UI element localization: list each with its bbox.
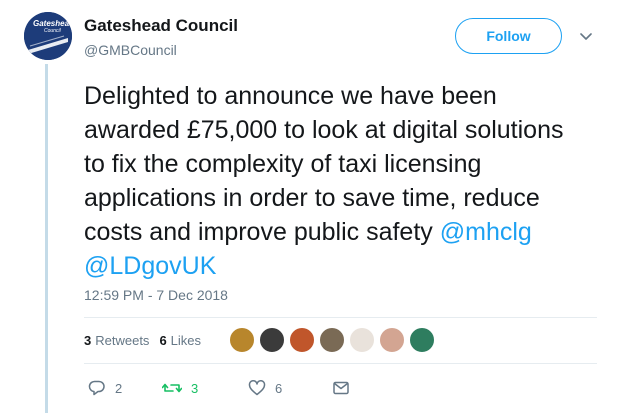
- retweets-stat[interactable]: 3 Retweets: [84, 333, 149, 348]
- tweet-text: Delighted to announce we have been award…: [84, 79, 584, 283]
- thread-connector-line: [45, 64, 48, 413]
- retweets-count: 3: [84, 333, 92, 348]
- chevron-down-icon[interactable]: [580, 32, 592, 42]
- retweet-icon: [162, 383, 182, 393]
- like-button[interactable]: 6: [248, 379, 282, 397]
- reply-icon: [88, 380, 105, 396]
- avatar-logo-subtext: Council: [44, 28, 61, 34]
- likes-label: Likes: [170, 333, 202, 348]
- reply-count: 2: [115, 380, 123, 396]
- tweet-timestamp[interactable]: 12:59 PM - 7 Dec 2018: [84, 287, 228, 303]
- liker-avatar[interactable]: [409, 327, 435, 353]
- avatar[interactable]: Gateshead Council: [24, 12, 72, 60]
- divider: [84, 363, 597, 364]
- divider: [84, 317, 597, 318]
- reply-button[interactable]: 2: [88, 379, 122, 397]
- follow-button[interactable]: Follow: [455, 18, 562, 54]
- likes-stat[interactable]: 6 Likes: [159, 333, 201, 348]
- liker-avatar[interactable]: [229, 327, 255, 353]
- avatar-logo-text: Gateshead: [33, 19, 72, 28]
- tweet-stats: 3 Retweets 6 Likes: [84, 333, 211, 348]
- retweets-label: Retweets: [95, 333, 150, 348]
- retweet-count: 3: [191, 380, 199, 396]
- envelope-icon: [333, 381, 349, 395]
- liker-avatar[interactable]: [259, 327, 285, 353]
- author-name[interactable]: Gateshead Council: [84, 16, 238, 36]
- retweet-button[interactable]: 3: [162, 379, 198, 397]
- liker-avatar[interactable]: [379, 327, 405, 353]
- heart-icon: [248, 380, 266, 396]
- author-handle[interactable]: @GMBCouncil: [84, 42, 177, 58]
- like-count: 6: [275, 380, 283, 396]
- mention-link[interactable]: @mhclg: [440, 218, 532, 246]
- liker-avatar[interactable]: [319, 327, 345, 353]
- mention-link[interactable]: @LDgovUK: [84, 252, 216, 280]
- liker-avatar[interactable]: [289, 327, 315, 353]
- liker-avatar[interactable]: [349, 327, 375, 353]
- direct-message-button[interactable]: [332, 379, 350, 397]
- likes-count: 6: [159, 333, 167, 348]
- tweet-actions: 2 3 6: [88, 379, 418, 401]
